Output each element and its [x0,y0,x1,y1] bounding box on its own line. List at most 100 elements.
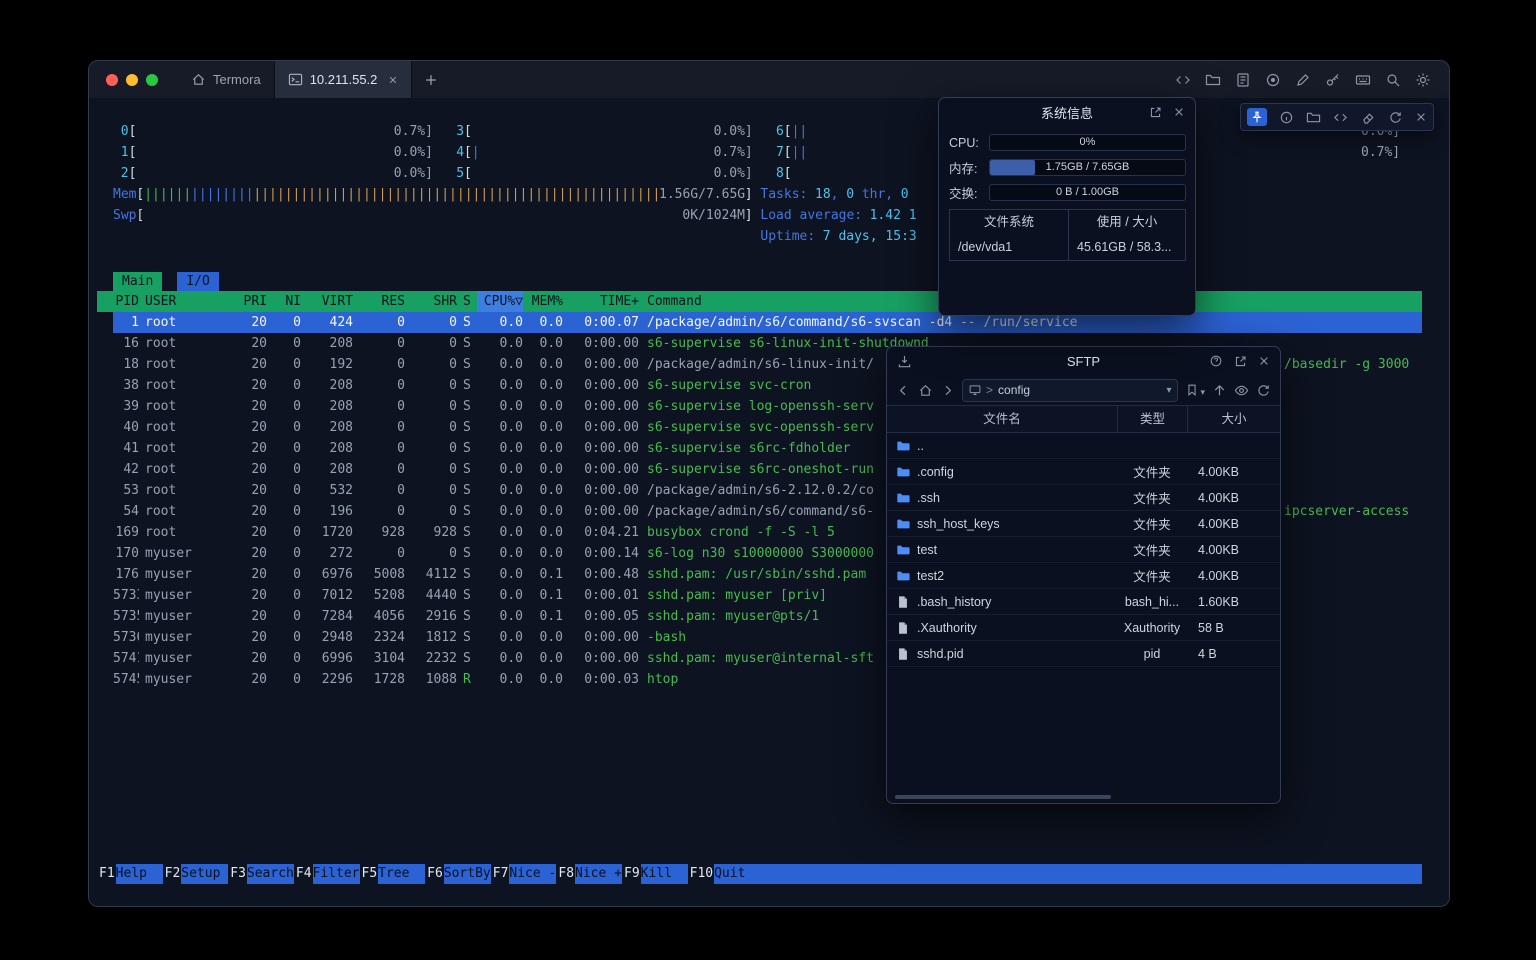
horizontal-scrollbar[interactable] [895,795,1111,799]
minimize-window-button[interactable] [126,74,138,86]
header-pid[interactable]: PID [113,291,139,312]
bookmark-icon [1185,383,1199,397]
transfers-icon[interactable] [897,347,912,375]
settings-icon[interactable] [1415,72,1431,88]
path-segment[interactable]: config [998,383,1030,397]
header-mem[interactable]: MEM% [523,291,563,312]
htop-tab-main[interactable]: Main [113,272,162,291]
log-icon[interactable] [1235,72,1251,88]
file-row[interactable]: test文件夹4.00KB [887,537,1280,563]
close-icon[interactable] [1415,111,1427,123]
fn-sortby[interactable]: F6SortBy [425,864,491,884]
file-row[interactable]: .bash_historybash_hi...1.60KB [887,589,1280,615]
file-name: test [917,543,937,557]
file-type: 文件夹 [1117,540,1187,559]
close-panel-icon[interactable] [1173,106,1185,118]
file-icon [896,621,910,635]
close-tab-icon[interactable] [388,75,398,85]
sysinfo-panel: 系统信息 CPU:0%内存:1.75GB / 7.65GB交换:0 B / 1.… [938,97,1196,316]
info-icon[interactable] [1279,110,1294,125]
up-directory-icon[interactable] [1212,383,1227,398]
file-name: .. [917,439,924,453]
fn-tree[interactable]: F5Tree [360,864,426,884]
pin-icon[interactable] [1247,108,1267,126]
fn-search[interactable]: F3Search [228,864,294,884]
header-s[interactable]: S [457,291,477,312]
file-col-size[interactable]: 大小 [1187,406,1280,432]
header-time[interactable]: TIME+ [563,291,639,312]
search-icon[interactable] [1385,72,1401,88]
show-hidden-icon[interactable] [1234,383,1249,398]
file-table-header[interactable]: 文件名 类型 大小 [887,405,1280,433]
tab-session[interactable]: 10.211.55.2 [274,61,413,98]
refresh-icon[interactable] [1388,110,1403,125]
file-row[interactable]: .ssh文件夹4.00KB [887,485,1280,511]
meter-line: 1[0.0%]4[|0.7%]7[||0.7%] [113,143,1449,164]
file-row[interactable]: .. [887,433,1280,459]
key-icon[interactable] [1325,72,1341,88]
htop-tab-io[interactable]: I/O [177,272,218,291]
header-shr[interactable]: SHR [405,291,457,312]
file-row[interactable]: ssh_host_keys文件夹4.00KB [887,511,1280,537]
sysinfo-title: 系统信息 [939,98,1195,126]
refresh-icon[interactable] [1256,383,1271,398]
tab-home-label: Termora [213,72,261,87]
host-icon [969,384,981,396]
keyboard-icon[interactable] [1355,72,1371,88]
file-row[interactable]: sshd.pidpid4 B [887,641,1280,667]
file-name: ssh_host_keys [917,517,1000,531]
record-icon[interactable] [1265,72,1281,88]
header-pri[interactable]: PRI [239,291,267,312]
tab-session-label: 10.211.55.2 [310,72,378,87]
close-window-button[interactable] [106,74,118,86]
bookmark-button[interactable]: ▾ [1185,383,1205,397]
filesystem-table-header: 文件系统 使用 / 大小 [950,210,1185,235]
code-icon[interactable] [1175,72,1191,88]
process-row[interactable]: 1root20042400S0.00.00:00.07/package/admi… [113,312,1422,333]
file-size: 4.00KB [1187,465,1280,479]
file-size: 1.60KB [1187,595,1280,609]
file-type: bash_hi... [1117,595,1187,609]
file-size: 4.00KB [1187,491,1280,505]
open-in-window-icon[interactable] [1149,106,1162,119]
header-ni[interactable]: NI [267,291,301,312]
stat-progress-bar: 1.75GB / 7.65GB [989,159,1186,176]
fn-filter[interactable]: F4Filter [294,864,360,884]
process-table-header[interactable]: PID USER PRI NI VIRT RES SHR S CPU%▽ MEM… [97,291,1422,312]
forward-icon[interactable] [940,383,955,398]
folder-icon[interactable] [1306,110,1321,125]
new-tab-button[interactable] [412,61,450,98]
meter-line: 2[0.0%]5[0.0%]8[ [113,164,1449,185]
zoom-window-button[interactable] [146,74,158,86]
bookmark-caret: ▾ [1200,387,1205,397]
filesystem-table: 文件系统 使用 / 大小 /dev/vda145.61GB / 58.3... [949,209,1186,261]
close-window-icon[interactable] [1258,355,1270,367]
file-row[interactable]: test2文件夹4.00KB [887,563,1280,589]
file-row[interactable]: .config文件夹4.00KB [887,459,1280,485]
path-dropdown-caret[interactable]: ▾ [1166,385,1171,396]
fn-kill[interactable]: F9Kill [622,864,688,884]
fn-nice-[interactable]: F8Nice + [556,864,622,884]
tab-home[interactable]: Termora [178,61,274,98]
file-row[interactable]: .XauthorityXauthority58 B [887,615,1280,641]
file-name: .ssh [917,491,940,505]
fn-setup[interactable]: F2Setup [163,864,229,884]
folder-icon[interactable] [1205,72,1221,88]
eraser-icon[interactable] [1361,110,1376,125]
code-icon[interactable] [1333,110,1348,125]
fn-nice-[interactable]: F7Nice - [491,864,557,884]
header-user[interactable]: USER [139,291,239,312]
fn-quit[interactable]: F10Quit [688,864,746,884]
file-col-name[interactable]: 文件名 [887,406,1117,432]
header-res[interactable]: RES [353,291,405,312]
file-col-type[interactable]: 类型 [1117,406,1187,432]
back-icon[interactable] [896,383,911,398]
home-icon[interactable] [918,383,933,398]
help-icon[interactable] [1209,354,1223,368]
fn-help[interactable]: F1Help [97,864,163,884]
edit-icon[interactable] [1295,72,1311,88]
path-bar[interactable]: > config ▾ [962,379,1178,402]
header-virt[interactable]: VIRT [301,291,353,312]
open-in-window-icon[interactable] [1234,355,1247,368]
header-cpu-sort[interactable]: CPU%▽ [477,291,523,312]
